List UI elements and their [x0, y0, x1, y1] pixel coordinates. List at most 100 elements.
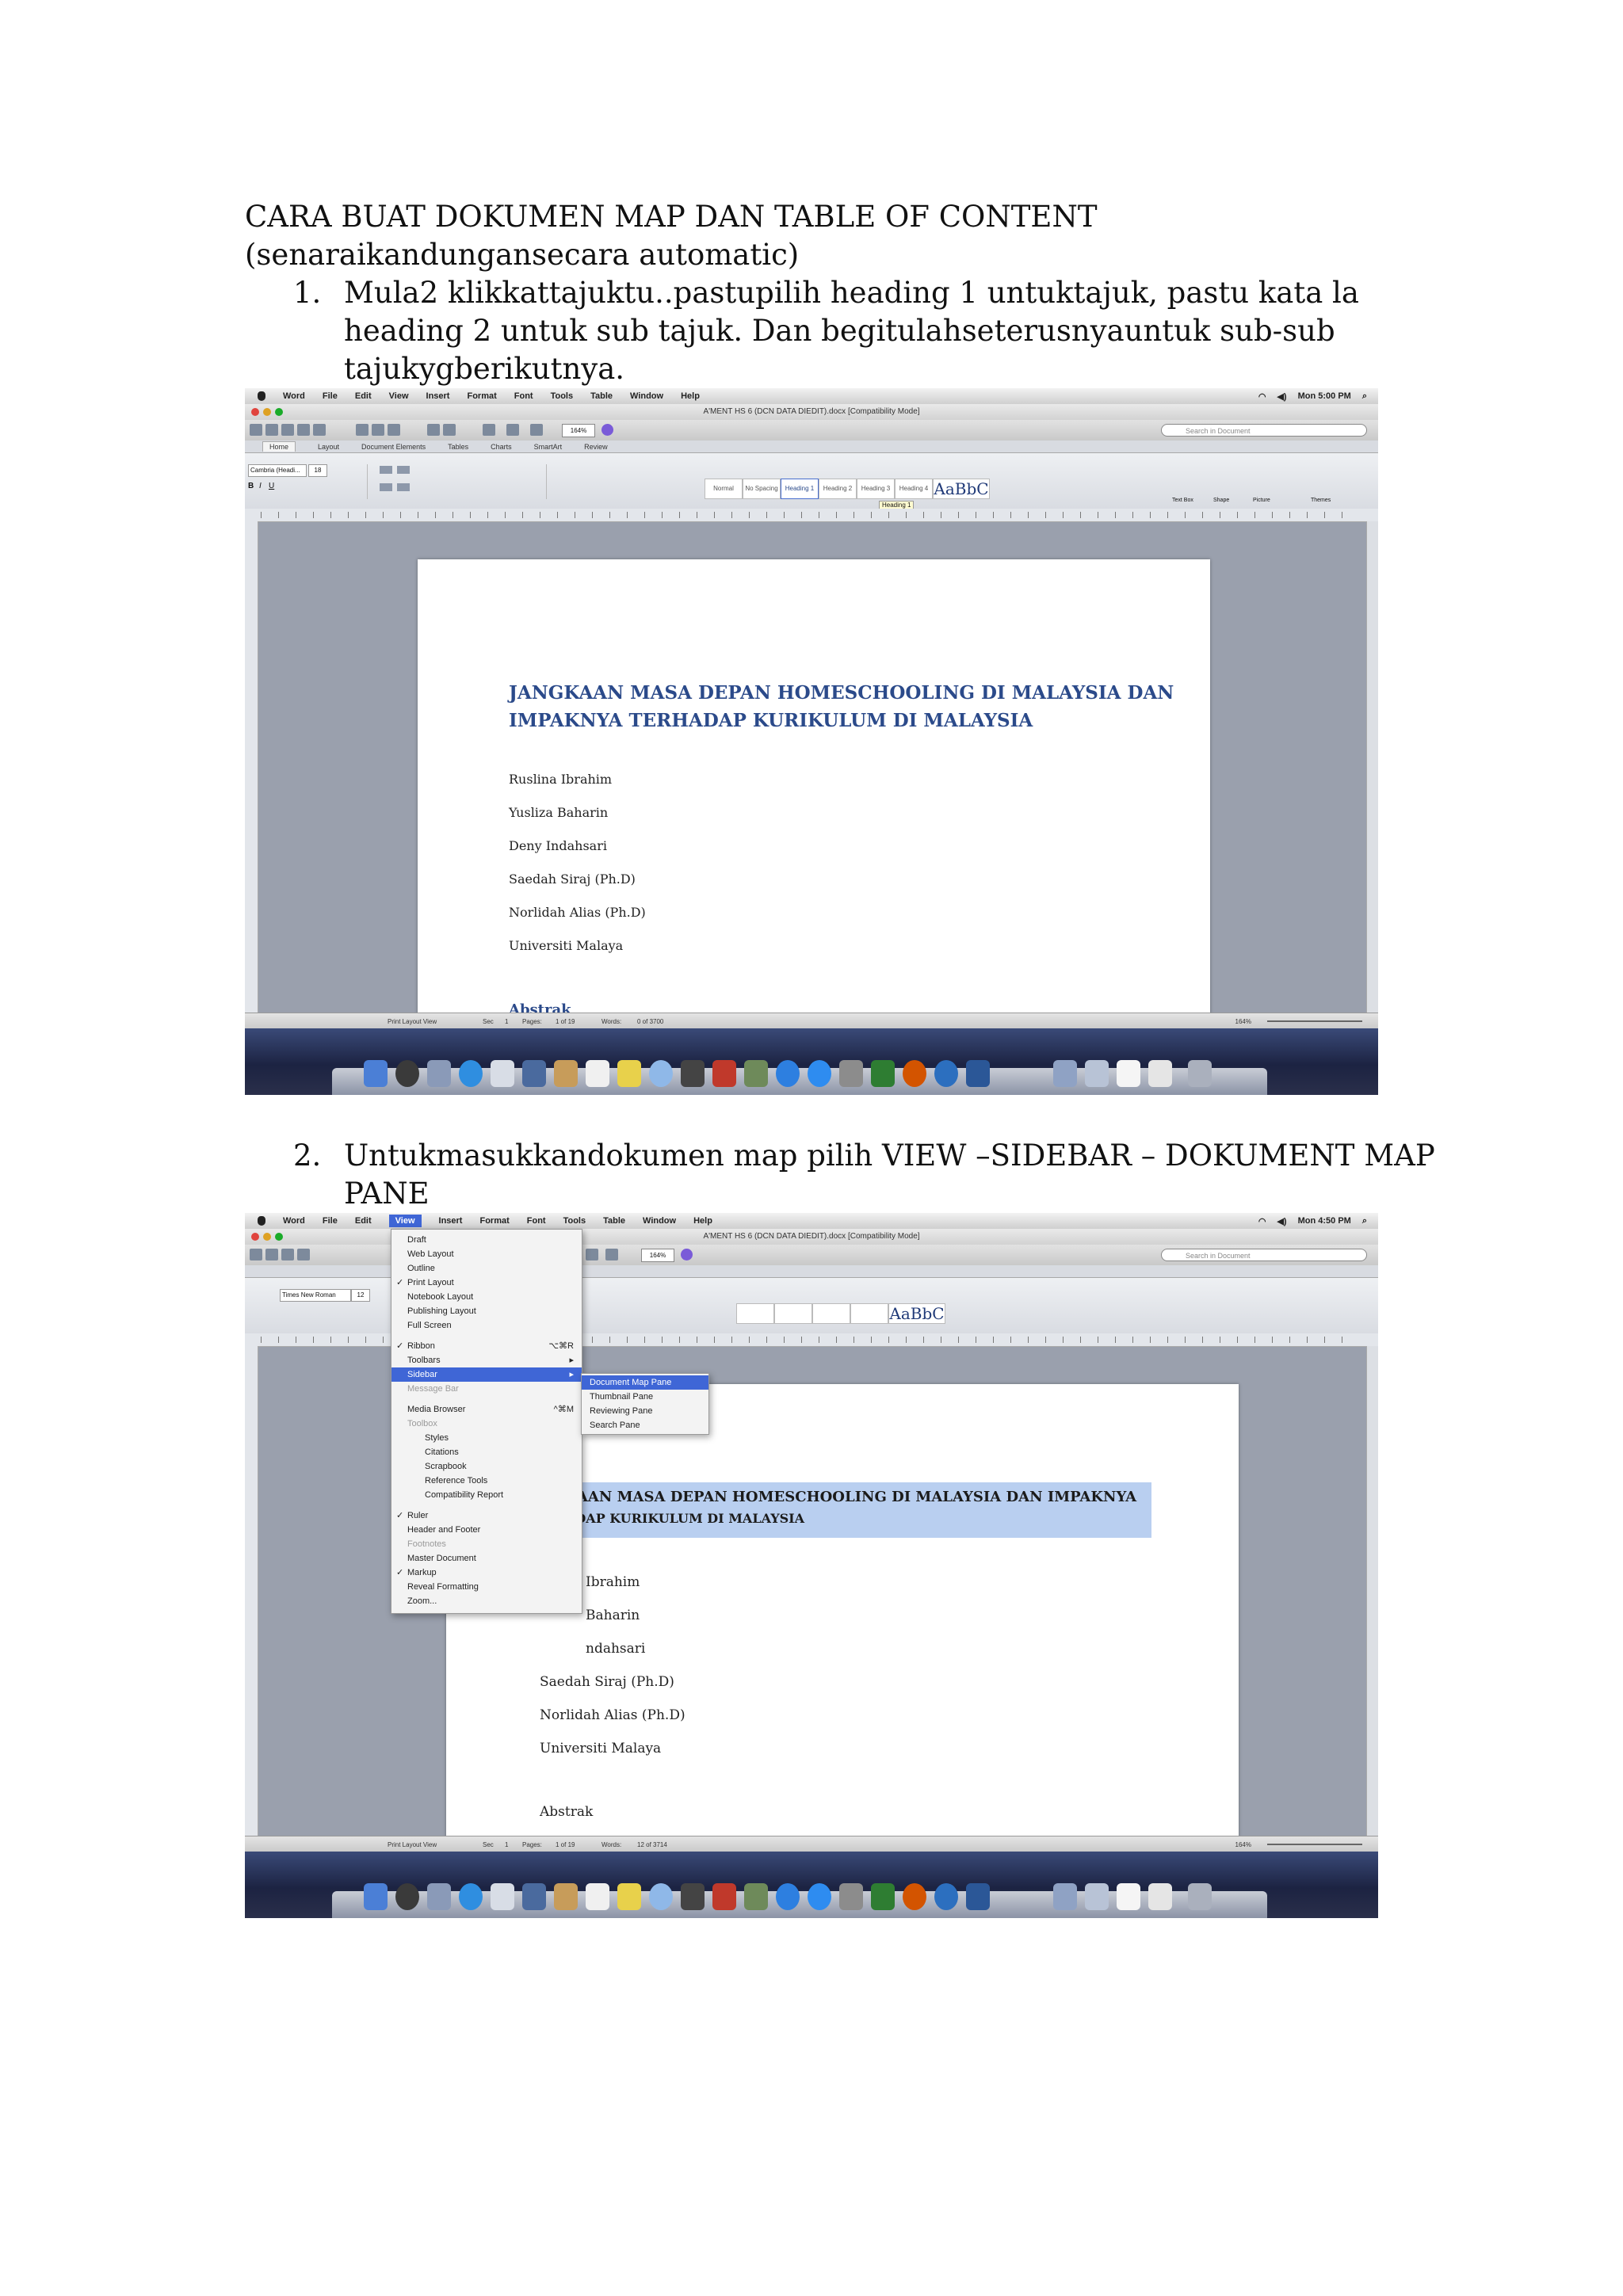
menu-edit[interactable]: Edit [355, 391, 372, 401]
view-menu-item-zoom[interactable]: Zoom... [391, 1594, 582, 1608]
style-title[interactable]: AaBbC [933, 479, 990, 499]
print-icon[interactable] [313, 424, 326, 436]
notes-icon[interactable] [554, 1883, 578, 1910]
word-icon[interactable] [966, 1883, 990, 1910]
dashboard-icon[interactable] [395, 1883, 419, 1910]
style-heading-4[interactable]: Heading 4 [895, 479, 933, 499]
minimize-button[interactable] [263, 1233, 271, 1241]
view-mode-label[interactable]: Print Layout View [388, 1841, 437, 1848]
view-menu-item-header-and-footer[interactable]: Header and Footer [391, 1523, 582, 1537]
menu-word[interactable]: Word [283, 1216, 305, 1226]
facetime-icon[interactable] [681, 1883, 705, 1910]
view-menu-item-citations[interactable]: Citations [391, 1445, 582, 1459]
menu-font[interactable]: Font [527, 1216, 546, 1226]
save-icon[interactable] [297, 1249, 310, 1261]
facetime-icon[interactable] [681, 1060, 705, 1087]
sidebar-submenu-item-document-map-pane[interactable]: Document Map Pane [582, 1375, 708, 1390]
menu-help[interactable]: Help [693, 1216, 712, 1226]
bullets-icon[interactable] [380, 466, 392, 474]
save-icon[interactable] [297, 424, 310, 436]
view-menu-item-outline[interactable]: Outline [391, 1261, 582, 1276]
font-size-select[interactable]: 12 [351, 1289, 370, 1302]
view-menu-item-scrapbook[interactable]: Scrapbook [391, 1459, 582, 1474]
templates-icon[interactable] [265, 424, 278, 436]
style-heading-2[interactable] [850, 1303, 888, 1324]
view-menu-item-ribbon[interactable]: Ribbon ✓ ⌥⌘R [391, 1339, 582, 1353]
undo-icon[interactable] [427, 424, 440, 436]
photos-icon[interactable] [522, 1060, 546, 1087]
font-name-select[interactable]: Times New Roman [280, 1289, 351, 1302]
menu-tools[interactable]: Tools [551, 391, 574, 401]
align-left-icon[interactable] [380, 483, 392, 491]
gallery-icon[interactable] [605, 1249, 618, 1261]
shape-label[interactable]: Shape [1213, 498, 1229, 503]
itunes-icon[interactable] [776, 1883, 800, 1910]
spotlight-icon[interactable]: ⌕ [1362, 391, 1367, 402]
new-icon[interactable] [250, 1249, 262, 1261]
powerpoint-icon[interactable] [903, 1883, 926, 1910]
downloads-icon[interactable] [1053, 1883, 1077, 1910]
underline-button[interactable]: U [269, 482, 274, 490]
finder-icon[interactable] [364, 1883, 388, 1910]
menu-word[interactable]: Word [283, 391, 305, 401]
cut-icon[interactable] [356, 424, 369, 436]
font-name-select[interactable]: Cambria (Headi... [248, 464, 307, 477]
menu-window[interactable]: Window [643, 1216, 676, 1226]
launchpad-icon[interactable] [427, 1883, 451, 1910]
downloads-icon[interactable] [1053, 1060, 1077, 1087]
menu-format[interactable]: Format [467, 391, 496, 401]
tab-home[interactable]: Home [262, 441, 296, 452]
apple-icon[interactable] [258, 1216, 265, 1226]
view-menu-item-master-document[interactable]: Master Document [391, 1551, 582, 1566]
view-mode-label[interactable]: Print Layout View [388, 1018, 437, 1025]
close-button[interactable] [251, 408, 259, 416]
help-icon[interactable] [601, 424, 613, 436]
excel-icon[interactable] [871, 1060, 895, 1087]
bold-button[interactable]: B [248, 482, 254, 490]
view-menu-item-print-layout[interactable]: Print Layout ✓ [391, 1276, 582, 1290]
paste-icon[interactable] [388, 424, 400, 436]
app-store-icon[interactable] [808, 1060, 831, 1087]
menu-insert[interactable]: Insert [426, 391, 450, 401]
outlook-icon[interactable] [934, 1060, 958, 1087]
style-normal[interactable]: Normal [705, 479, 743, 499]
view-menu-item-ruler[interactable]: Ruler ✓ [391, 1508, 582, 1523]
volume-icon[interactable]: ◀) [1277, 1216, 1286, 1226]
help-icon[interactable] [681, 1249, 693, 1261]
documents-icon[interactable] [1085, 1883, 1109, 1910]
minimize-button[interactable] [263, 408, 271, 416]
finder-icon[interactable] [364, 1060, 388, 1087]
dashboard-icon[interactable] [395, 1060, 419, 1087]
menu-help[interactable]: Help [681, 391, 700, 401]
sidebar-submenu-item-thumbnail-pane[interactable]: Thumbnail Pane [582, 1390, 708, 1404]
zoom-button[interactable] [275, 408, 283, 416]
style-title[interactable]: AaBbC [888, 1303, 945, 1324]
copy-icon[interactable] [372, 424, 384, 436]
excel-icon[interactable] [871, 1883, 895, 1910]
style-no-spacing[interactable]: No Spacing [743, 479, 781, 499]
new-icon[interactable] [250, 424, 262, 436]
font-size-select[interactable]: 18 [308, 464, 327, 477]
sidebar-submenu-item-reviewing-pane[interactable]: Reviewing Pane [582, 1404, 708, 1418]
trash-icon[interactable] [1188, 1883, 1212, 1910]
show-paragraph-icon[interactable] [483, 424, 495, 436]
view-menu-item-styles[interactable]: Styles [391, 1431, 582, 1445]
system-prefs-icon[interactable] [839, 1883, 863, 1910]
zoom-select[interactable]: 164% [562, 424, 595, 437]
iphoto-icon[interactable] [744, 1883, 768, 1910]
menu-insert[interactable]: Insert [439, 1216, 463, 1226]
zoom-button[interactable] [275, 1233, 283, 1241]
menu-view[interactable]: View [389, 391, 409, 401]
launchpad-icon[interactable] [427, 1060, 451, 1087]
view-menu-item-sidebar[interactable]: Sidebar ▸ [391, 1367, 582, 1382]
horizontal-ruler[interactable] [245, 509, 1378, 522]
calendar-icon[interactable] [586, 1883, 609, 1910]
picture-label[interactable]: Picture [1253, 498, 1270, 503]
mail-icon[interactable] [491, 1883, 514, 1910]
photo-booth-icon[interactable] [712, 1883, 736, 1910]
messages-icon[interactable] [649, 1060, 673, 1087]
style-heading-3[interactable]: Heading 3 [857, 479, 895, 499]
messages-icon[interactable] [649, 1883, 673, 1910]
mail-stack-icon[interactable] [1148, 1883, 1172, 1910]
sidebar-submenu-item-search-pane[interactable]: Search Pane [582, 1418, 708, 1432]
